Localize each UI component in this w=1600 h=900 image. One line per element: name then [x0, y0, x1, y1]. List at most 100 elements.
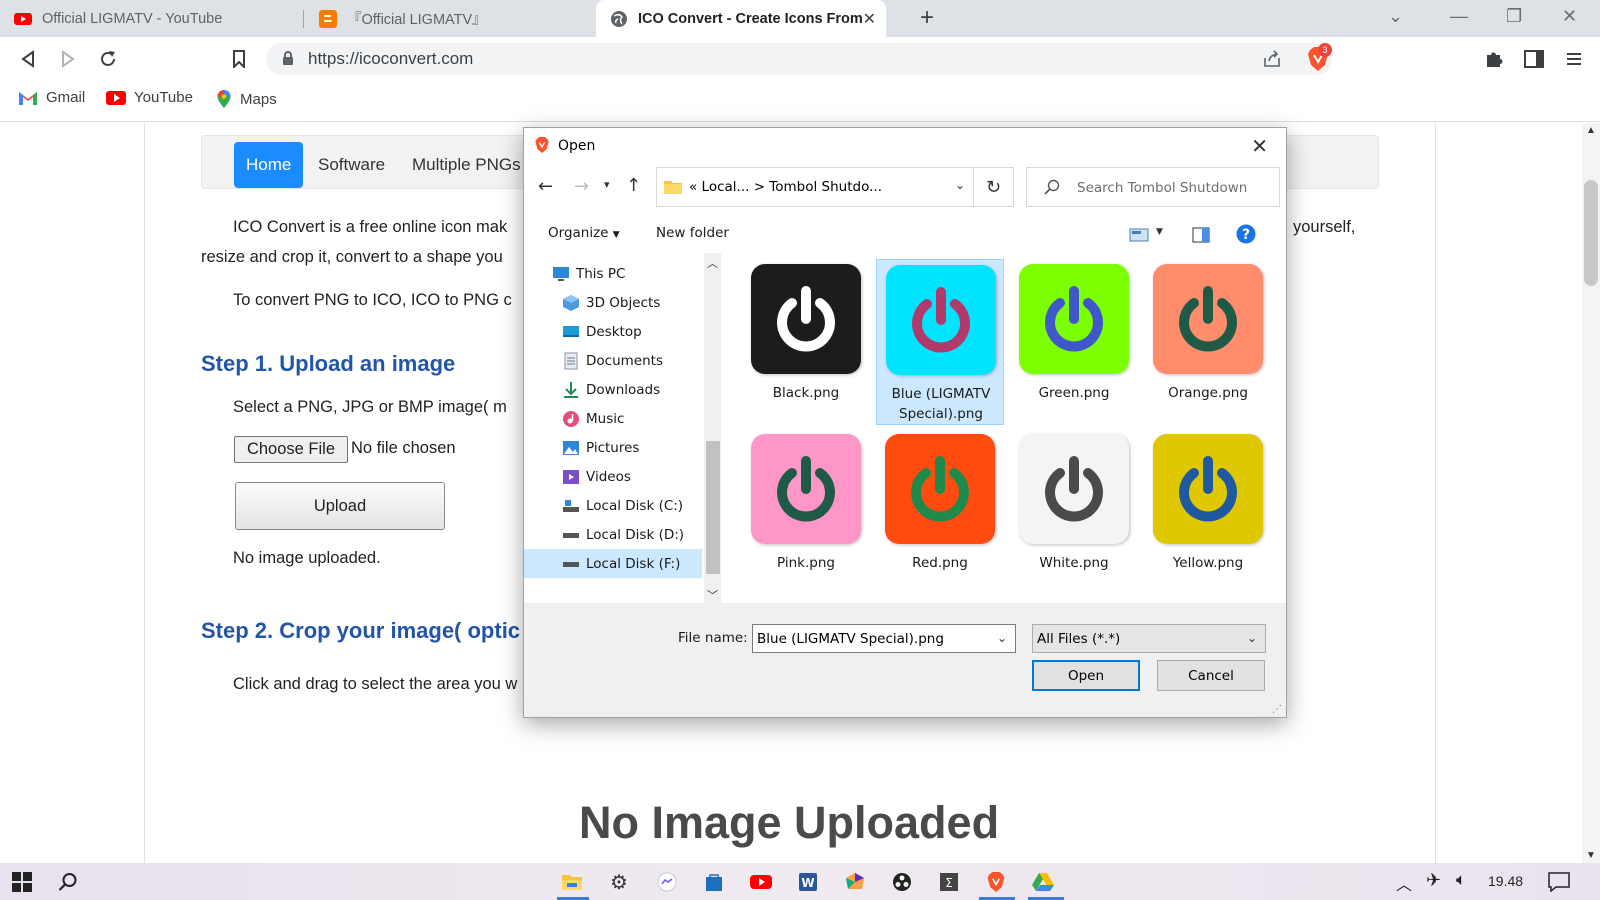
- organize-menu[interactable]: Organize ▼: [548, 225, 620, 241]
- file-name-dropdown-icon[interactable]: ⌄: [997, 631, 1007, 645]
- brave-shields-button[interactable]: 3: [1306, 43, 1332, 72]
- address-chevron-icon[interactable]: ⌄: [955, 178, 965, 192]
- file-type-select[interactable]: All Files (*.*) ⌄: [1032, 624, 1266, 653]
- address-bar[interactable]: https://icoconvert.com: [266, 43, 1332, 75]
- sidebar-button[interactable]: [1520, 45, 1548, 73]
- upload-button[interactable]: Upload: [235, 482, 445, 530]
- taskbar-brave[interactable]: [983, 869, 1009, 895]
- scroll-up-chevron-icon[interactable]: ︿: [707, 255, 718, 271]
- navigation-pane-scroll-thumb[interactable]: [706, 441, 720, 574]
- open-button[interactable]: Open: [1032, 660, 1140, 691]
- nav-pictures[interactable]: Pictures: [524, 433, 702, 462]
- resize-grip-icon[interactable]: ⋰: [1272, 704, 1282, 715]
- tab-divider: [303, 10, 304, 28]
- taskbar-google-drive[interactable]: [1030, 869, 1056, 895]
- bookmark-gmail[interactable]: Gmail: [18, 89, 85, 106]
- nav-documents[interactable]: Documents: [524, 346, 702, 375]
- file-item[interactable]: Yellow.png: [1144, 429, 1272, 595]
- svg-text:Σ: Σ: [945, 876, 953, 890]
- tab-youtube[interactable]: Official LIGMATV - YouTube: [0, 0, 300, 37]
- nav-local-disk-f[interactable]: Local Disk (F:): [524, 549, 702, 578]
- notification-center-icon[interactable]: [1548, 872, 1570, 892]
- tab-blogger[interactable]: 『Official LIGMATV』: [305, 0, 595, 37]
- dialog-forward-button[interactable]: →: [574, 176, 589, 197]
- nav-desktop[interactable]: Desktop: [524, 317, 702, 346]
- show-hidden-icons-icon[interactable]: ︿: [1396, 871, 1412, 895]
- taskbar-file-explorer[interactable]: [559, 869, 585, 895]
- bookmark-maps[interactable]: Maps: [216, 89, 277, 109]
- minimize-button[interactable]: —: [1450, 6, 1468, 27]
- file-item[interactable]: Pink.png: [742, 429, 870, 595]
- dialog-address-bar[interactable]: « Local... > Tombol Shutdo... ⌄: [656, 167, 974, 207]
- dialog-close-button[interactable]: ✕: [1251, 134, 1268, 158]
- nav-label: Local Disk (D:): [586, 526, 685, 543]
- bookmark-button[interactable]: [225, 45, 253, 73]
- view-options-icon[interactable]: [1129, 228, 1149, 242]
- reload-button[interactable]: [94, 45, 122, 73]
- dialog-back-button[interactable]: ←: [538, 176, 553, 197]
- scroll-down-icon[interactable]: ▼: [1586, 850, 1596, 861]
- tab-title: ICO Convert - Create Icons From I: [638, 10, 864, 27]
- extensions-button[interactable]: [1480, 45, 1508, 73]
- drive-icon: [563, 561, 579, 567]
- choose-file-button[interactable]: Choose File: [234, 436, 348, 463]
- file-name-input[interactable]: Blue (LIGMATV Special).png ⌄: [752, 624, 1016, 653]
- nav-3d-objects[interactable]: 3D Objects: [524, 288, 702, 317]
- nav-this-pc[interactable]: This PC: [524, 259, 702, 288]
- tab-icoconvert[interactable]: ICO Convert - Create Icons From I ✕: [596, 0, 886, 37]
- forward-button[interactable]: [54, 45, 82, 73]
- preview-pane-icon[interactable]: [1192, 227, 1210, 243]
- file-item[interactable]: Orange.png: [1144, 259, 1272, 425]
- airplane-mode-icon[interactable]: ✈: [1426, 870, 1441, 891]
- close-tab-icon[interactable]: ✕: [863, 9, 876, 29]
- nav-multiple-pngs[interactable]: Multiple PNGs: [400, 142, 533, 188]
- taskbar-clock[interactable]: 19.48: [1488, 873, 1523, 889]
- menu-button[interactable]: [1560, 45, 1588, 73]
- restore-button[interactable]: ❐: [1506, 6, 1522, 27]
- scroll-down-chevron-icon[interactable]: ﹀: [707, 587, 718, 603]
- nav-label: Music: [586, 410, 625, 427]
- file-item[interactable]: Black.png: [742, 259, 870, 425]
- cancel-button[interactable]: Cancel: [1157, 660, 1265, 691]
- new-tab-button[interactable]: +: [920, 4, 934, 32]
- file-item-selected[interactable]: Blue (LIGMATV Special).png: [876, 259, 1004, 425]
- help-icon[interactable]: ?: [1236, 224, 1256, 244]
- nav-videos[interactable]: Videos: [524, 462, 702, 491]
- start-button[interactable]: [9, 869, 35, 895]
- nav-music[interactable]: Music: [524, 404, 702, 433]
- taskbar-calculator[interactable]: Σ: [936, 869, 962, 895]
- view-dropdown-icon[interactable]: ▼: [1156, 227, 1163, 237]
- share-icon[interactable]: [1262, 49, 1282, 69]
- nav-local-disk-c[interactable]: Local Disk (C:): [524, 491, 702, 520]
- file-item[interactable]: Red.png: [876, 429, 1004, 595]
- power-icon: [886, 265, 996, 375]
- file-item[interactable]: White.png: [1010, 429, 1138, 595]
- search-placeholder: Search Tombol Shutdown: [1077, 180, 1248, 196]
- taskbar-settings[interactable]: ⚙: [606, 869, 632, 895]
- taskbar-paint3d[interactable]: [842, 869, 868, 895]
- back-button[interactable]: [14, 45, 42, 73]
- nav-downloads[interactable]: Downloads: [524, 375, 702, 404]
- recent-locations-chevron-icon[interactable]: ▾: [604, 178, 610, 191]
- puzzle-icon: [1487, 52, 1503, 67]
- nav-software[interactable]: Software: [306, 142, 397, 188]
- dialog-search-box[interactable]: Search Tombol Shutdown: [1026, 167, 1280, 207]
- page-scroll-thumb[interactable]: [1584, 180, 1598, 286]
- volume-icon[interactable]: 🔈︎: [1456, 870, 1466, 890]
- nav-local-disk-d[interactable]: Local Disk (D:): [524, 520, 702, 549]
- scroll-up-icon[interactable]: ▲: [1586, 125, 1596, 136]
- bookmark-youtube[interactable]: YouTube: [106, 89, 193, 106]
- taskbar-word[interactable]: W: [795, 869, 821, 895]
- file-item[interactable]: Green.png: [1010, 259, 1138, 425]
- taskbar-store[interactable]: [701, 869, 727, 895]
- taskbar-youtube[interactable]: [748, 869, 774, 895]
- nav-home[interactable]: Home: [234, 142, 304, 188]
- tab-search-chevron-icon[interactable]: ⌄: [1388, 6, 1403, 27]
- taskbar-search-button[interactable]: [55, 869, 81, 895]
- taskbar-obs[interactable]: [889, 869, 915, 895]
- new-folder-button[interactable]: New folder: [656, 225, 729, 241]
- dialog-refresh-button[interactable]: ↻: [974, 167, 1014, 207]
- taskbar-messenger[interactable]: [654, 869, 680, 895]
- dialog-up-button[interactable]: ↑: [626, 175, 641, 196]
- close-window-button[interactable]: ✕: [1562, 6, 1577, 27]
